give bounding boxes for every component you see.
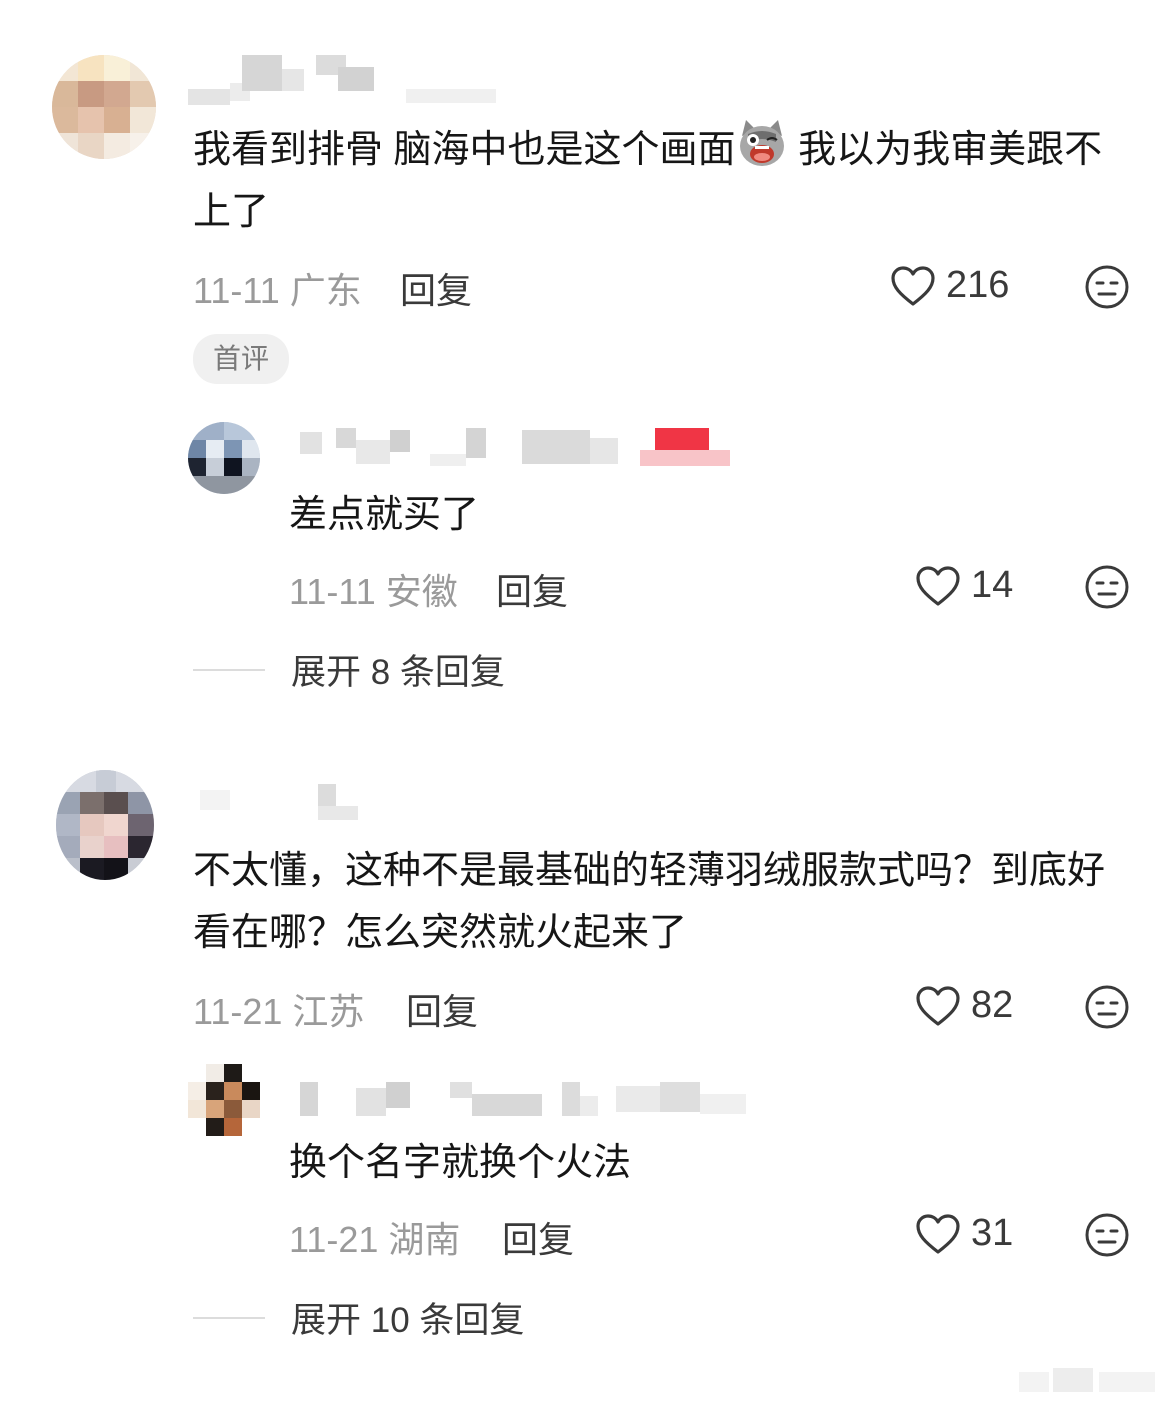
avatar[interactable] (188, 422, 260, 494)
reply-meta: 11-11 安徽 (289, 563, 458, 615)
reply-text: 换个名字就换个火法 (289, 1142, 632, 1184)
comment-meta: 11-21 江苏 (193, 983, 364, 1035)
heart-icon (891, 265, 935, 306)
reply-region: 湖南 (388, 1219, 461, 1260)
reply-button[interactable]: 回复 (502, 1211, 574, 1263)
avatar[interactable] (52, 55, 156, 159)
expand-replies-label: 展开 10 条回复 (291, 1301, 525, 1340)
heart-icon (916, 985, 960, 1026)
username-blurred[interactable] (200, 784, 380, 824)
dislike-face-icon[interactable] (1084, 564, 1130, 610)
dislike-face-icon[interactable] (1084, 264, 1130, 310)
reply-button[interactable]: 回复 (496, 563, 568, 615)
username-blurred[interactable] (300, 428, 740, 468)
like-button[interactable]: 14 (915, 564, 1013, 607)
avatar[interactable] (188, 1064, 262, 1138)
comment-region: 江苏 (292, 991, 365, 1032)
like-count: 31 (971, 1212, 1014, 1254)
comment-date: 11-11 (193, 270, 280, 311)
like-count: 82 (971, 984, 1014, 1026)
reply-region: 安徽 (385, 571, 458, 612)
comment-text: 我看到排骨 脑海中也是这个画面 我以为我审美跟不上了 (193, 118, 1123, 243)
first-comment-badge: 首评 (193, 334, 290, 384)
comment-text-part: 我看到排骨 脑海中也是这个画面 (193, 129, 736, 171)
comment-date: 11-21 (193, 991, 283, 1032)
divider-line (193, 668, 265, 671)
divider-line (193, 1316, 265, 1319)
dislike-face-icon[interactable] (1084, 984, 1130, 1030)
like-button[interactable]: 31 (915, 1212, 1013, 1255)
expand-replies-button[interactable]: 展开 8 条回复 (193, 644, 505, 695)
heart-icon (916, 1213, 960, 1254)
username-blurred[interactable] (300, 1082, 750, 1118)
reply-meta: 11-21 湖南 (289, 1211, 460, 1263)
cat-crying-emoji (739, 120, 784, 166)
reply-date: 11-11 (289, 571, 376, 612)
avatar[interactable] (56, 770, 154, 880)
reply-text: 差点就买了 (289, 494, 480, 536)
like-button[interactable]: 216 (890, 264, 1009, 307)
dislike-face-icon[interactable] (1084, 1212, 1130, 1258)
like-count: 216 (946, 264, 1010, 306)
watermark (1019, 1366, 1159, 1396)
reply-button[interactable]: 回复 (400, 262, 472, 314)
reply-date: 11-21 (289, 1219, 379, 1260)
comment-region: 广东 (289, 270, 362, 311)
expand-replies-button[interactable]: 展开 10 条回复 (193, 1292, 524, 1343)
like-button[interactable]: 82 (915, 984, 1013, 1027)
like-count: 14 (971, 564, 1014, 606)
username-blurred[interactable] (186, 55, 496, 107)
comment-text: 不太懂，这种不是最基础的轻薄羽绒服款式吗？到底好看在哪？怎么突然就火起来了 (193, 850, 1106, 954)
heart-icon (916, 565, 960, 606)
reply-button[interactable]: 回复 (406, 983, 478, 1035)
comment-meta: 11-11 广东 (193, 262, 362, 314)
expand-replies-label: 展开 8 条回复 (291, 653, 505, 692)
